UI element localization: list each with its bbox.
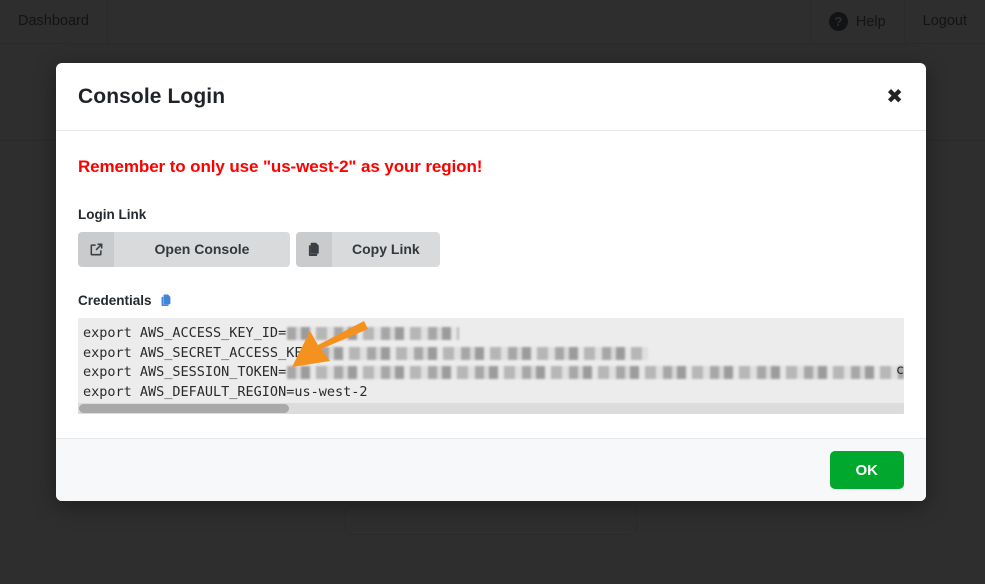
code-line: export AWS_DEFAULT_REGION= us-west-2 — [83, 383, 904, 403]
modal-footer: OK — [56, 438, 926, 501]
region-warning-text: Remember to only use "us-west-2" as your… — [78, 157, 483, 176]
code-line: export AWS_ACCESS_KEY_ID= — [83, 324, 904, 344]
code-line: export AWS_SECRET_ACCESS_KEY= — [83, 344, 904, 364]
ok-button[interactable]: OK — [829, 451, 904, 489]
copy-link-button[interactable]: Copy Link — [296, 232, 440, 267]
console-login-modal: Console Login ✖ Remember to only use "us… — [56, 63, 926, 501]
login-link-label-text: Login Link — [78, 207, 147, 222]
code-scrollbar-thumb[interactable] — [79, 404, 289, 413]
code-overflow-char: c — [895, 362, 904, 378]
copy-link-label[interactable]: Copy Link — [332, 232, 440, 267]
modal-body: Remember to only use "us-west-2" as your… — [56, 131, 926, 438]
redacted-value — [319, 346, 648, 360]
code-line-key: export AWS_SECRET_ACCESS_KEY= — [83, 344, 319, 361]
credentials-code-block[interactable]: export AWS_ACCESS_KEY_ID= export AWS_SEC… — [78, 318, 904, 414]
external-link-icon[interactable] — [78, 232, 114, 267]
code-line-key: export AWS_DEFAULT_REGION= — [83, 383, 295, 400]
close-icon[interactable]: ✖ — [886, 87, 903, 107]
copy-icon[interactable] — [296, 232, 332, 267]
modal-title: Console Login — [78, 84, 226, 108]
code-line-key: export AWS_SESSION_TOKEN= — [83, 364, 287, 380]
redacted-value — [287, 366, 904, 380]
login-link-label: Login Link — [78, 207, 904, 222]
open-console-button[interactable]: Open Console — [78, 232, 290, 267]
copy-credentials-icon[interactable] — [159, 293, 174, 308]
code-line-value: us-west-2 — [294, 383, 368, 400]
credentials-label-text: Credentials — [78, 293, 152, 308]
credentials-label: Credentials — [78, 293, 904, 308]
login-link-button-row: Open Console Copy Link — [78, 232, 904, 267]
credentials-code-text: export AWS_ACCESS_KEY_ID= export AWS_SEC… — [78, 318, 904, 402]
open-console-label[interactable]: Open Console — [114, 232, 290, 267]
code-scrollbar-track[interactable] — [78, 403, 904, 414]
code-line: export AWS_SESSION_TOKEN= — [83, 363, 904, 383]
screen: Dashboard ? Help Logout Console Login ✖ … — [0, 0, 985, 584]
code-line-key: export AWS_ACCESS_KEY_ID= — [83, 325, 287, 341]
redacted-value — [287, 327, 460, 341]
modal-header: Console Login ✖ — [56, 63, 926, 131]
